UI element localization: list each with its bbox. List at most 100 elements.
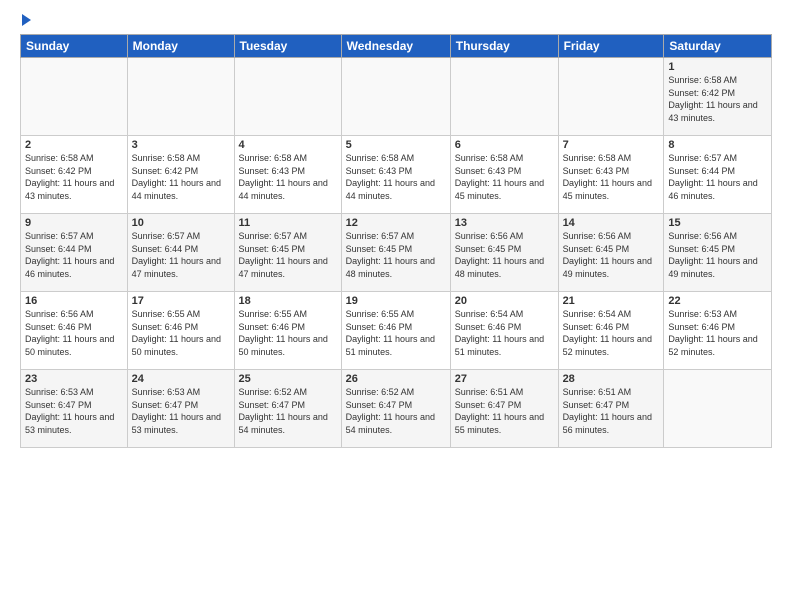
day-info: Sunrise: 6:56 AM Sunset: 6:45 PM Dayligh… <box>668 230 767 280</box>
col-header-friday: Friday <box>558 35 664 58</box>
day-number: 7 <box>563 139 660 151</box>
day-number: 5 <box>346 139 446 151</box>
day-number: 2 <box>25 139 123 151</box>
calendar-cell: 20Sunrise: 6:54 AM Sunset: 6:46 PM Dayli… <box>450 292 558 370</box>
day-number: 14 <box>563 217 660 229</box>
day-info: Sunrise: 6:58 AM Sunset: 6:43 PM Dayligh… <box>346 152 446 202</box>
day-info: Sunrise: 6:55 AM Sunset: 6:46 PM Dayligh… <box>132 308 230 358</box>
calendar-cell <box>127 58 234 136</box>
day-number: 21 <box>563 295 660 307</box>
col-header-thursday: Thursday <box>450 35 558 58</box>
day-number: 10 <box>132 217 230 229</box>
day-number: 22 <box>668 295 767 307</box>
calendar-cell <box>341 58 450 136</box>
calendar-table: SundayMondayTuesdayWednesdayThursdayFrid… <box>20 34 772 448</box>
day-info: Sunrise: 6:53 AM Sunset: 6:46 PM Dayligh… <box>668 308 767 358</box>
day-info: Sunrise: 6:54 AM Sunset: 6:46 PM Dayligh… <box>563 308 660 358</box>
day-info: Sunrise: 6:57 AM Sunset: 6:44 PM Dayligh… <box>132 230 230 280</box>
calendar-cell: 5Sunrise: 6:58 AM Sunset: 6:43 PM Daylig… <box>341 136 450 214</box>
calendar-cell: 12Sunrise: 6:57 AM Sunset: 6:45 PM Dayli… <box>341 214 450 292</box>
calendar-cell: 8Sunrise: 6:57 AM Sunset: 6:44 PM Daylig… <box>664 136 772 214</box>
calendar-cell: 23Sunrise: 6:53 AM Sunset: 6:47 PM Dayli… <box>21 370 128 448</box>
calendar-cell: 19Sunrise: 6:55 AM Sunset: 6:46 PM Dayli… <box>341 292 450 370</box>
day-number: 13 <box>455 217 554 229</box>
calendar-cell: 15Sunrise: 6:56 AM Sunset: 6:45 PM Dayli… <box>664 214 772 292</box>
day-info: Sunrise: 6:52 AM Sunset: 6:47 PM Dayligh… <box>346 386 446 436</box>
day-info: Sunrise: 6:58 AM Sunset: 6:43 PM Dayligh… <box>563 152 660 202</box>
calendar-cell <box>558 58 664 136</box>
day-info: Sunrise: 6:57 AM Sunset: 6:44 PM Dayligh… <box>25 230 123 280</box>
day-info: Sunrise: 6:57 AM Sunset: 6:45 PM Dayligh… <box>346 230 446 280</box>
day-info: Sunrise: 6:58 AM Sunset: 6:42 PM Dayligh… <box>668 74 767 124</box>
day-number: 11 <box>239 217 337 229</box>
day-info: Sunrise: 6:55 AM Sunset: 6:46 PM Dayligh… <box>346 308 446 358</box>
calendar-cell: 7Sunrise: 6:58 AM Sunset: 6:43 PM Daylig… <box>558 136 664 214</box>
day-info: Sunrise: 6:58 AM Sunset: 6:42 PM Dayligh… <box>132 152 230 202</box>
day-number: 26 <box>346 373 446 385</box>
day-number: 18 <box>239 295 337 307</box>
day-info: Sunrise: 6:57 AM Sunset: 6:44 PM Dayligh… <box>668 152 767 202</box>
calendar-cell: 9Sunrise: 6:57 AM Sunset: 6:44 PM Daylig… <box>21 214 128 292</box>
calendar-cell <box>450 58 558 136</box>
day-info: Sunrise: 6:58 AM Sunset: 6:43 PM Dayligh… <box>239 152 337 202</box>
calendar-cell: 22Sunrise: 6:53 AM Sunset: 6:46 PM Dayli… <box>664 292 772 370</box>
calendar-cell: 3Sunrise: 6:58 AM Sunset: 6:42 PM Daylig… <box>127 136 234 214</box>
calendar-cell: 13Sunrise: 6:56 AM Sunset: 6:45 PM Dayli… <box>450 214 558 292</box>
day-info: Sunrise: 6:58 AM Sunset: 6:43 PM Dayligh… <box>455 152 554 202</box>
day-info: Sunrise: 6:56 AM Sunset: 6:45 PM Dayligh… <box>455 230 554 280</box>
calendar-cell: 17Sunrise: 6:55 AM Sunset: 6:46 PM Dayli… <box>127 292 234 370</box>
day-info: Sunrise: 6:56 AM Sunset: 6:45 PM Dayligh… <box>563 230 660 280</box>
day-number: 27 <box>455 373 554 385</box>
calendar-cell: 14Sunrise: 6:56 AM Sunset: 6:45 PM Dayli… <box>558 214 664 292</box>
day-info: Sunrise: 6:53 AM Sunset: 6:47 PM Dayligh… <box>132 386 230 436</box>
calendar-cell: 27Sunrise: 6:51 AM Sunset: 6:47 PM Dayli… <box>450 370 558 448</box>
calendar-cell: 25Sunrise: 6:52 AM Sunset: 6:47 PM Dayli… <box>234 370 341 448</box>
calendar-cell: 2Sunrise: 6:58 AM Sunset: 6:42 PM Daylig… <box>21 136 128 214</box>
day-info: Sunrise: 6:52 AM Sunset: 6:47 PM Dayligh… <box>239 386 337 436</box>
day-number: 23 <box>25 373 123 385</box>
calendar-cell: 26Sunrise: 6:52 AM Sunset: 6:47 PM Dayli… <box>341 370 450 448</box>
calendar-cell: 18Sunrise: 6:55 AM Sunset: 6:46 PM Dayli… <box>234 292 341 370</box>
day-number: 20 <box>455 295 554 307</box>
day-number: 4 <box>239 139 337 151</box>
day-number: 15 <box>668 217 767 229</box>
col-header-monday: Monday <box>127 35 234 58</box>
calendar-cell: 16Sunrise: 6:56 AM Sunset: 6:46 PM Dayli… <box>21 292 128 370</box>
calendar-cell: 24Sunrise: 6:53 AM Sunset: 6:47 PM Dayli… <box>127 370 234 448</box>
col-header-saturday: Saturday <box>664 35 772 58</box>
calendar-cell <box>664 370 772 448</box>
day-info: Sunrise: 6:51 AM Sunset: 6:47 PM Dayligh… <box>455 386 554 436</box>
col-header-sunday: Sunday <box>21 35 128 58</box>
day-info: Sunrise: 6:55 AM Sunset: 6:46 PM Dayligh… <box>239 308 337 358</box>
page: SundayMondayTuesdayWednesdayThursdayFrid… <box>0 0 792 612</box>
day-number: 19 <box>346 295 446 307</box>
calendar-cell: 10Sunrise: 6:57 AM Sunset: 6:44 PM Dayli… <box>127 214 234 292</box>
day-number: 17 <box>132 295 230 307</box>
day-number: 25 <box>239 373 337 385</box>
day-number: 1 <box>668 61 767 73</box>
logo <box>20 16 31 26</box>
day-info: Sunrise: 6:57 AM Sunset: 6:45 PM Dayligh… <box>239 230 337 280</box>
day-number: 16 <box>25 295 123 307</box>
calendar-cell: 1Sunrise: 6:58 AM Sunset: 6:42 PM Daylig… <box>664 58 772 136</box>
day-info: Sunrise: 6:58 AM Sunset: 6:42 PM Dayligh… <box>25 152 123 202</box>
day-number: 24 <box>132 373 230 385</box>
header <box>20 16 772 26</box>
day-number: 28 <box>563 373 660 385</box>
calendar-cell: 4Sunrise: 6:58 AM Sunset: 6:43 PM Daylig… <box>234 136 341 214</box>
day-info: Sunrise: 6:51 AM Sunset: 6:47 PM Dayligh… <box>563 386 660 436</box>
calendar-cell <box>21 58 128 136</box>
calendar-cell: 11Sunrise: 6:57 AM Sunset: 6:45 PM Dayli… <box>234 214 341 292</box>
logo-arrow-icon <box>22 14 31 26</box>
calendar-cell: 28Sunrise: 6:51 AM Sunset: 6:47 PM Dayli… <box>558 370 664 448</box>
day-number: 9 <box>25 217 123 229</box>
day-info: Sunrise: 6:53 AM Sunset: 6:47 PM Dayligh… <box>25 386 123 436</box>
day-info: Sunrise: 6:56 AM Sunset: 6:46 PM Dayligh… <box>25 308 123 358</box>
day-info: Sunrise: 6:54 AM Sunset: 6:46 PM Dayligh… <box>455 308 554 358</box>
calendar-cell: 21Sunrise: 6:54 AM Sunset: 6:46 PM Dayli… <box>558 292 664 370</box>
col-header-wednesday: Wednesday <box>341 35 450 58</box>
day-number: 8 <box>668 139 767 151</box>
calendar-cell: 6Sunrise: 6:58 AM Sunset: 6:43 PM Daylig… <box>450 136 558 214</box>
calendar-cell <box>234 58 341 136</box>
day-number: 3 <box>132 139 230 151</box>
